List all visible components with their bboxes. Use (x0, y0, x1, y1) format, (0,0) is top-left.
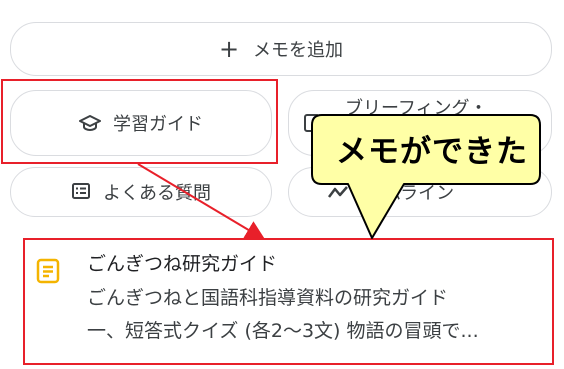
faq-label: よくある質問 (103, 183, 211, 204)
faq-list-icon (71, 182, 91, 202)
note-preview-line-2: 一、短答式クイズ (各2～3文) 物語の冒頭で... (87, 320, 479, 342)
study-guide-highlight (1, 79, 278, 164)
note-title: ごんぎつね研究ガイド (87, 253, 278, 275)
timeline-icon (327, 183, 351, 206)
timeline-button[interactable]: ムライン (288, 167, 552, 217)
add-memo-button[interactable]: + メモを追加 (10, 22, 552, 76)
callout-text: メモができた (336, 134, 528, 170)
notebook-notes-panel: + メモを追加 学習ガイド ブリーフィング・ よくある質問 ムライン ごんぎつね… (0, 0, 564, 369)
note-icon (36, 258, 60, 288)
note-card[interactable]: ごんぎつね研究ガイド ごんぎつねと国語科指導資料の研究ガイド 一、短答式クイズ … (26, 241, 551, 362)
plus-icon: + (218, 35, 240, 63)
document-icon (303, 113, 321, 138)
briefing-label: ブリーフィング・ (345, 98, 488, 119)
timeline-label: ムライン (383, 183, 455, 204)
faq-button[interactable]: よくある質問 (10, 167, 272, 217)
note-preview-line-1: ごんぎつねと国語科指導資料の研究ガイド (87, 287, 449, 309)
add-memo-label: メモを追加 (253, 40, 344, 61)
